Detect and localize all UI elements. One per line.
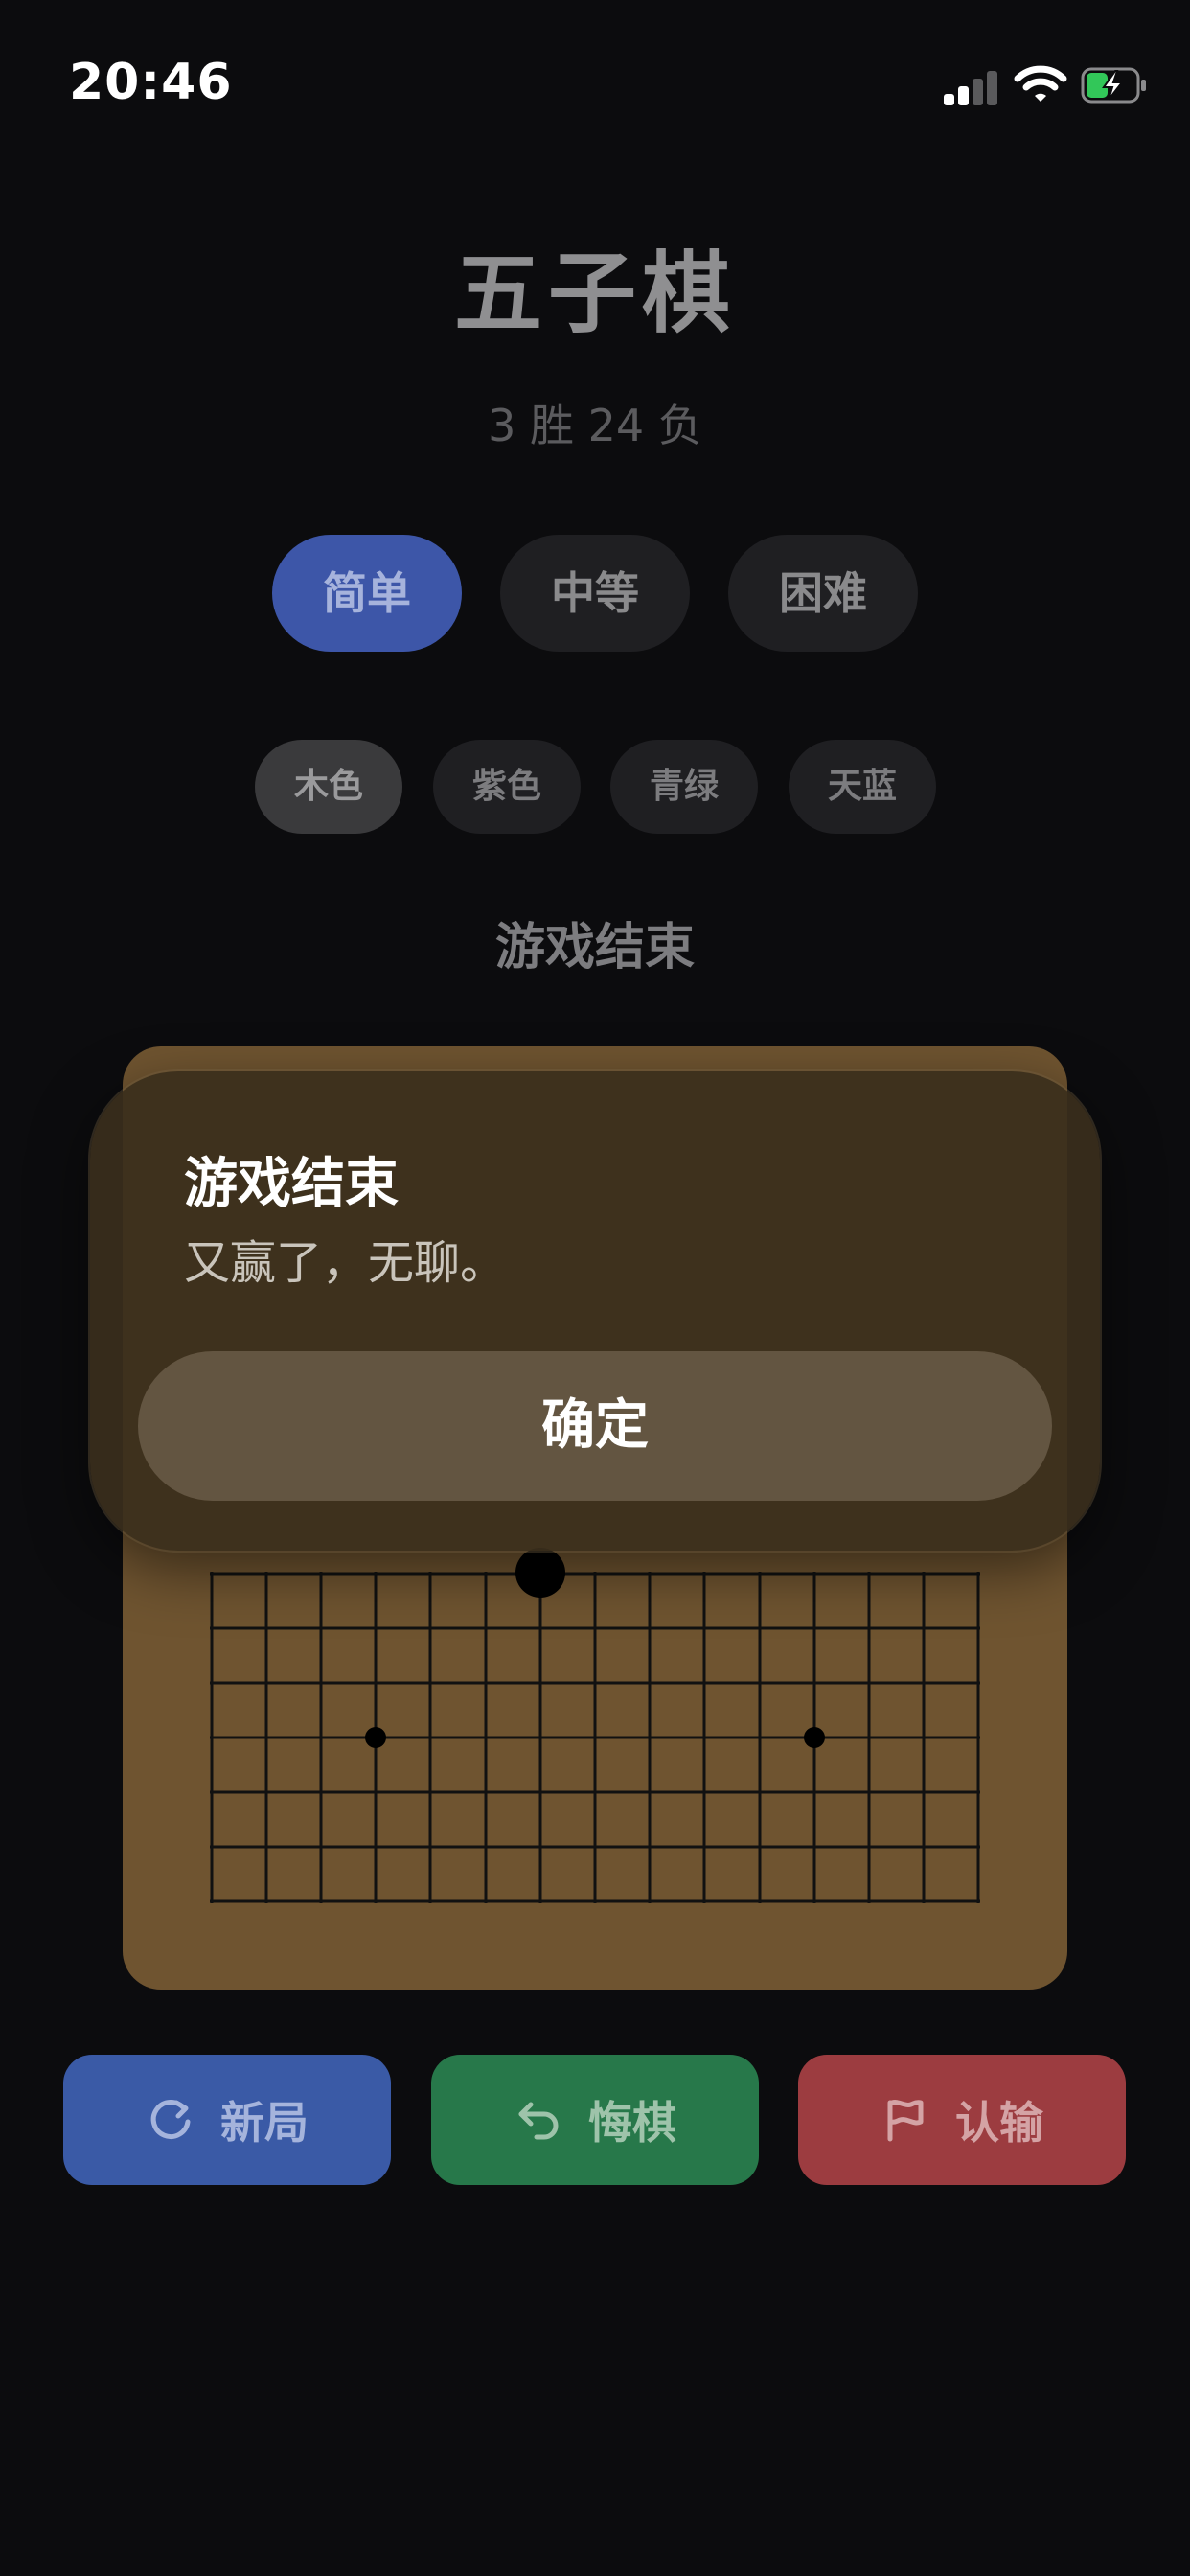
page-title: 五子棋 (453, 242, 736, 345)
new-game-label: 新局 (220, 2097, 309, 2149)
difficulty-easy-button[interactable]: 简单 (272, 535, 462, 652)
star-point (804, 1727, 825, 1748)
theme-wood-button[interactable]: 木色 (255, 740, 402, 834)
dialog-message: 又赢了，无聊。 (184, 1236, 507, 1290)
board-grid[interactable] (210, 1572, 980, 1905)
undo-label: 悔棋 (588, 2097, 676, 2149)
flag-icon (887, 2100, 924, 2142)
game-status-text: 游戏结束 (494, 919, 695, 977)
undo-button[interactable]: 悔棋 (431, 2055, 759, 2185)
theme-teal-button[interactable]: 青绿 (610, 740, 758, 834)
difficulty-hard-button[interactable]: 困难 (728, 535, 918, 652)
win-loss-record: 3 胜 24 负 (488, 400, 702, 451)
undo-icon (518, 2102, 559, 2140)
dialog-title: 游戏结束 (184, 1153, 399, 1215)
resign-button[interactable]: 认输 (798, 2055, 1126, 2185)
game-over-dialog: 游戏结束 又赢了，无聊。 确定 (90, 1071, 1100, 1551)
black-stone (515, 1548, 565, 1598)
new-game-button[interactable]: 新局 (63, 2055, 391, 2185)
refresh-icon (150, 2100, 191, 2139)
resign-label: 认输 (955, 2097, 1043, 2149)
theme-purple-button[interactable]: 紫色 (433, 740, 581, 834)
difficulty-medium-button[interactable]: 中等 (500, 535, 690, 652)
confirm-button[interactable]: 确定 (138, 1351, 1052, 1501)
theme-skyblue-button[interactable]: 天蓝 (789, 740, 936, 834)
star-point (365, 1727, 386, 1748)
